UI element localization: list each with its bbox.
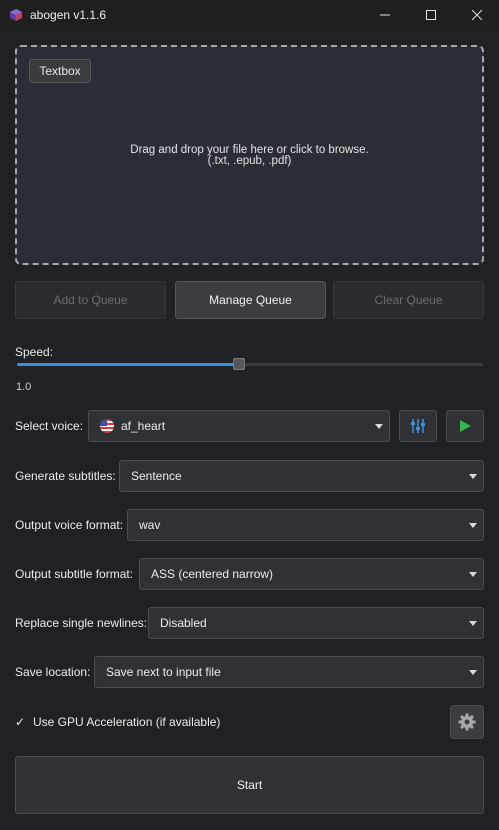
output-subtitle-format-label: Output subtitle format:	[15, 567, 134, 581]
speed-slider-fill	[17, 363, 239, 366]
app-cube-icon	[10, 9, 22, 21]
voice-mixer-icon	[411, 419, 425, 433]
output-voice-format-label: Output voice format:	[15, 518, 124, 532]
clear-queue-button[interactable]: Clear Queue	[333, 281, 484, 319]
replace-newlines-select[interactable]: Disabled	[148, 607, 484, 639]
save-location-select[interactable]: Save next to input file	[94, 656, 484, 688]
preview-voice-button[interactable]	[446, 410, 484, 442]
save-location-value: Save next to input file	[106, 665, 221, 679]
gpu-acceleration-label[interactable]: Use GPU Acceleration (if available)	[33, 715, 220, 729]
gpu-checkbox[interactable]: ✓	[15, 715, 25, 729]
output-subtitle-format-select[interactable]: ASS (centered narrow)	[139, 558, 484, 590]
chevron-down-icon	[469, 523, 477, 528]
voice-select-value: af_heart	[121, 419, 166, 433]
speed-value: 1.0	[16, 381, 32, 393]
replace-newlines-label: Replace single newlines:	[15, 616, 148, 630]
output-voice-format-select[interactable]: wav	[127, 509, 484, 541]
settings-button[interactable]	[450, 705, 484, 739]
chevron-down-icon	[375, 424, 383, 429]
chevron-down-icon	[469, 572, 477, 577]
select-voice-label: Select voice:	[15, 419, 84, 433]
window-title: abogen v1.1.6	[30, 8, 107, 22]
minimize-icon	[380, 14, 390, 16]
start-button[interactable]: Start	[15, 756, 484, 814]
chevron-down-icon	[469, 621, 477, 626]
drop-file-types: (.txt, .epub, .pdf)	[207, 155, 292, 167]
add-to-queue-button[interactable]: Add to Queue	[15, 281, 166, 319]
save-location-label: Save location:	[15, 665, 91, 679]
file-drop-zone[interactable]: Textbox Drag and drop your file here or …	[15, 45, 484, 265]
generate-subtitles-select[interactable]: Sentence	[119, 460, 484, 492]
generate-subtitles-label: Generate subtitles:	[15, 469, 116, 483]
play-icon	[460, 420, 471, 432]
minimize-button[interactable]	[362, 0, 408, 30]
voice-mixer-button[interactable]	[399, 410, 437, 442]
title-bar: abogen v1.1.6	[0, 0, 499, 30]
speed-label: Speed:	[15, 345, 54, 359]
close-button[interactable]	[454, 0, 499, 30]
speed-slider-handle[interactable]	[232, 358, 245, 370]
speed-slider[interactable]	[17, 363, 483, 366]
voice-select[interactable]: af_heart	[88, 410, 390, 442]
chevron-down-icon	[469, 670, 477, 675]
textbox-button[interactable]: Textbox	[29, 59, 91, 83]
gear-icon	[458, 713, 476, 731]
maximize-button[interactable]	[408, 0, 454, 30]
output-subtitle-format-value: ASS (centered narrow)	[151, 567, 274, 581]
close-icon	[471, 9, 483, 21]
replace-newlines-value: Disabled	[160, 616, 207, 630]
us-flag-icon	[100, 419, 114, 433]
chevron-down-icon	[469, 474, 477, 479]
manage-queue-button[interactable]: Manage Queue	[175, 281, 326, 319]
generate-subtitles-value: Sentence	[131, 469, 182, 483]
output-voice-format-value: wav	[139, 518, 161, 532]
maximize-icon	[426, 10, 436, 20]
